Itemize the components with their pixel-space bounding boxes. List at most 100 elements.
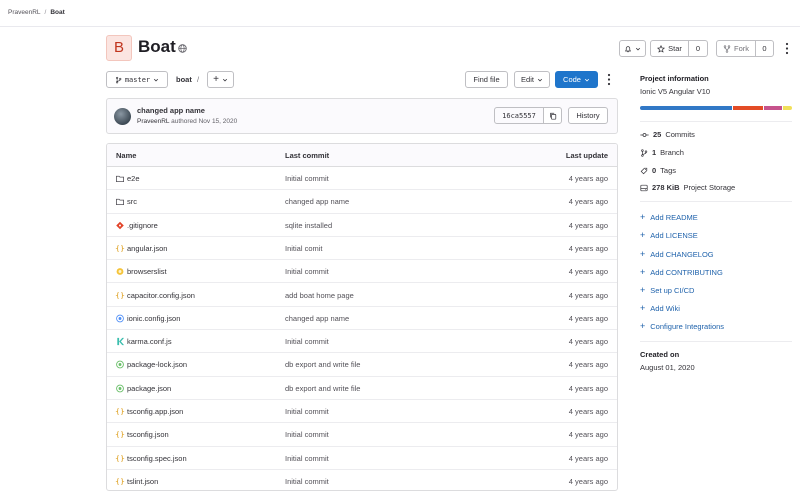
commit-message-link[interactable]: Initial commit — [285, 454, 329, 463]
breadcrumb-project[interactable]: Boat — [50, 9, 64, 16]
find-file-button[interactable]: Find file — [465, 71, 508, 88]
browserslist-icon — [116, 268, 124, 276]
file-name-link[interactable]: package.json — [127, 384, 171, 393]
file-name-link[interactable]: .gitignore — [127, 221, 158, 230]
last-update-time: 4 years ago — [568, 453, 608, 463]
table-row[interactable]: package.json db export and write file 4 ye… — [107, 377, 617, 400]
table-row[interactable]: tslint.json Initial commit 4 years ago — [107, 470, 617, 490]
copy-sha-button[interactable] — [543, 107, 562, 124]
commit-message-link[interactable]: Initial comit — [285, 244, 323, 253]
file-name-link[interactable]: capacitor.config.json — [127, 291, 195, 300]
path-root-link[interactable]: boat — [176, 75, 192, 84]
file-name-link[interactable]: package-lock.json — [127, 360, 187, 369]
commit-message-link[interactable]: Initial commit — [285, 430, 329, 439]
last-update-time: 4 years ago — [568, 267, 608, 277]
table-row[interactable]: .gitignore sqlite installed 4 years ago — [107, 214, 617, 237]
notification-button[interactable] — [619, 40, 646, 57]
commit-message-link[interactable]: Initial commit — [285, 174, 329, 183]
folder-icon — [115, 175, 125, 183]
table-row[interactable]: tsconfig.json Initial commit 4 years ago — [107, 423, 617, 447]
project-info-title: Project information — [640, 74, 709, 83]
storage-label: Project Storage — [683, 183, 736, 192]
star-count[interactable]: 0 — [688, 40, 708, 57]
commits-label: Commits — [665, 130, 695, 139]
table-row[interactable]: e2e Initial commit 4 years ago — [107, 167, 617, 191]
commit-message-link[interactable]: Initial commit — [285, 407, 329, 416]
star-button[interactable]: Star — [650, 40, 689, 57]
json-icon — [115, 431, 125, 439]
plus-icon: + — [640, 285, 646, 295]
plus-icon: + — [640, 303, 646, 313]
divider — [640, 201, 792, 202]
fork-button[interactable]: Fork — [716, 40, 756, 57]
sidebar-link[interactable]: + Configure Integrations — [640, 321, 724, 331]
avatar[interactable] — [114, 108, 131, 125]
table-row[interactable]: tsconfig.spec.json Initial commit 4 years … — [107, 447, 617, 470]
copy-icon — [549, 112, 556, 120]
sidebar-link[interactable]: + Set up CI/CD — [640, 285, 694, 295]
sidebar-link[interactable]: + Add README — [640, 212, 698, 222]
branch-selector[interactable]: master — [106, 71, 168, 88]
sidebar-link[interactable]: + Add CONTRIBUTING — [640, 267, 723, 277]
sidebar-link[interactable]: + Add CHANGELOG — [640, 249, 714, 259]
file-name-link[interactable]: browserslist — [127, 267, 167, 276]
header-last-update: Last update — [565, 151, 608, 160]
commit-message-link[interactable]: Initial commit — [285, 267, 329, 276]
tags-stat[interactable]: 0 Tags — [640, 166, 676, 175]
table-row[interactable]: package-lock.json db export and write fil… — [107, 353, 617, 377]
table-row[interactable]: karma.conf.js Initial commit 4 years ago — [107, 330, 617, 354]
language-bar[interactable] — [640, 106, 792, 110]
created-title: Created on — [640, 350, 680, 359]
divider — [640, 341, 792, 342]
commit-title[interactable]: changed app name — [137, 106, 205, 115]
history-button[interactable]: History — [568, 107, 608, 124]
edit-button[interactable]: Edit — [514, 71, 550, 88]
fork-label: Fork — [734, 44, 749, 53]
commit-message-link[interactable]: add boat home page — [285, 291, 354, 300]
file-name-link[interactable]: tsconfig.spec.json — [127, 454, 187, 463]
file-name-link[interactable]: tsconfig.app.json — [127, 407, 183, 416]
file-name-link[interactable]: karma.conf.js — [127, 337, 172, 346]
repo-more-button[interactable] — [607, 73, 611, 86]
commit-message-link[interactable]: Initial commit — [285, 477, 329, 486]
commit-message-link[interactable]: db export and write file — [285, 360, 360, 369]
file-name-link[interactable]: tsconfig.json — [127, 430, 169, 439]
sidebar-link[interactable]: + Add Wiki — [640, 303, 680, 313]
tags-count: 0 — [652, 166, 657, 175]
table-row[interactable]: browserslist Initial commit 4 years ago — [107, 260, 617, 284]
table-row[interactable]: src changed app name 4 years ago — [107, 190, 617, 214]
table-row[interactable]: ionic.config.json changed app name 4 years… — [107, 307, 617, 331]
commit-message-link[interactable]: db export and write file — [285, 384, 360, 393]
storage-stat[interactable]: 278 KiB Project Storage — [640, 183, 735, 192]
table-row[interactable]: tsconfig.app.json Initial commit 4 years a… — [107, 400, 617, 424]
language-segment — [640, 106, 733, 110]
add-to-tree-button[interactable]: + — [207, 71, 234, 88]
commit-sha-button[interactable]: 16ca5557 — [494, 107, 544, 124]
commit-message-link[interactable]: changed app name — [285, 197, 349, 206]
file-name-link[interactable]: ionic.config.json — [127, 314, 180, 323]
language-segment — [733, 106, 764, 110]
more-actions-button[interactable] — [785, 42, 789, 55]
table-row[interactable]: angular.json Initial comit 4 years ago — [107, 237, 617, 261]
fork-count[interactable]: 0 — [755, 40, 774, 57]
commit-message-link[interactable]: sqlite installed — [285, 221, 332, 230]
branches-stat[interactable]: 1 Branch — [640, 148, 684, 157]
sidebar-link[interactable]: + Add LICENSE — [640, 230, 698, 240]
globe-icon — [178, 44, 187, 53]
sidebar-link-label: Set up CI/CD — [650, 285, 695, 295]
commits-stat[interactable]: 25 Commits — [640, 130, 695, 139]
file-name-link[interactable]: tslint.json — [127, 477, 158, 486]
commit-message-link[interactable]: changed app name — [285, 314, 349, 323]
file-name-link[interactable]: src — [127, 197, 137, 206]
code-button[interactable]: Code — [555, 71, 598, 88]
breadcrumb: PraveenRL / Boat — [8, 9, 65, 16]
plus-icon: + — [640, 249, 646, 259]
table-row[interactable]: capacitor.config.json add boat home page 4… — [107, 284, 617, 307]
commit-author[interactable]: PraveenRL — [137, 118, 169, 125]
file-name-link[interactable]: e2e — [127, 174, 140, 183]
project-avatar: B — [106, 35, 132, 61]
breadcrumb-owner[interactable]: PraveenRL — [8, 9, 41, 16]
file-name-link[interactable]: angular.json — [127, 244, 167, 253]
sidebar-link-label: Configure Integrations — [650, 321, 725, 331]
commit-message-link[interactable]: Initial commit — [285, 337, 329, 346]
